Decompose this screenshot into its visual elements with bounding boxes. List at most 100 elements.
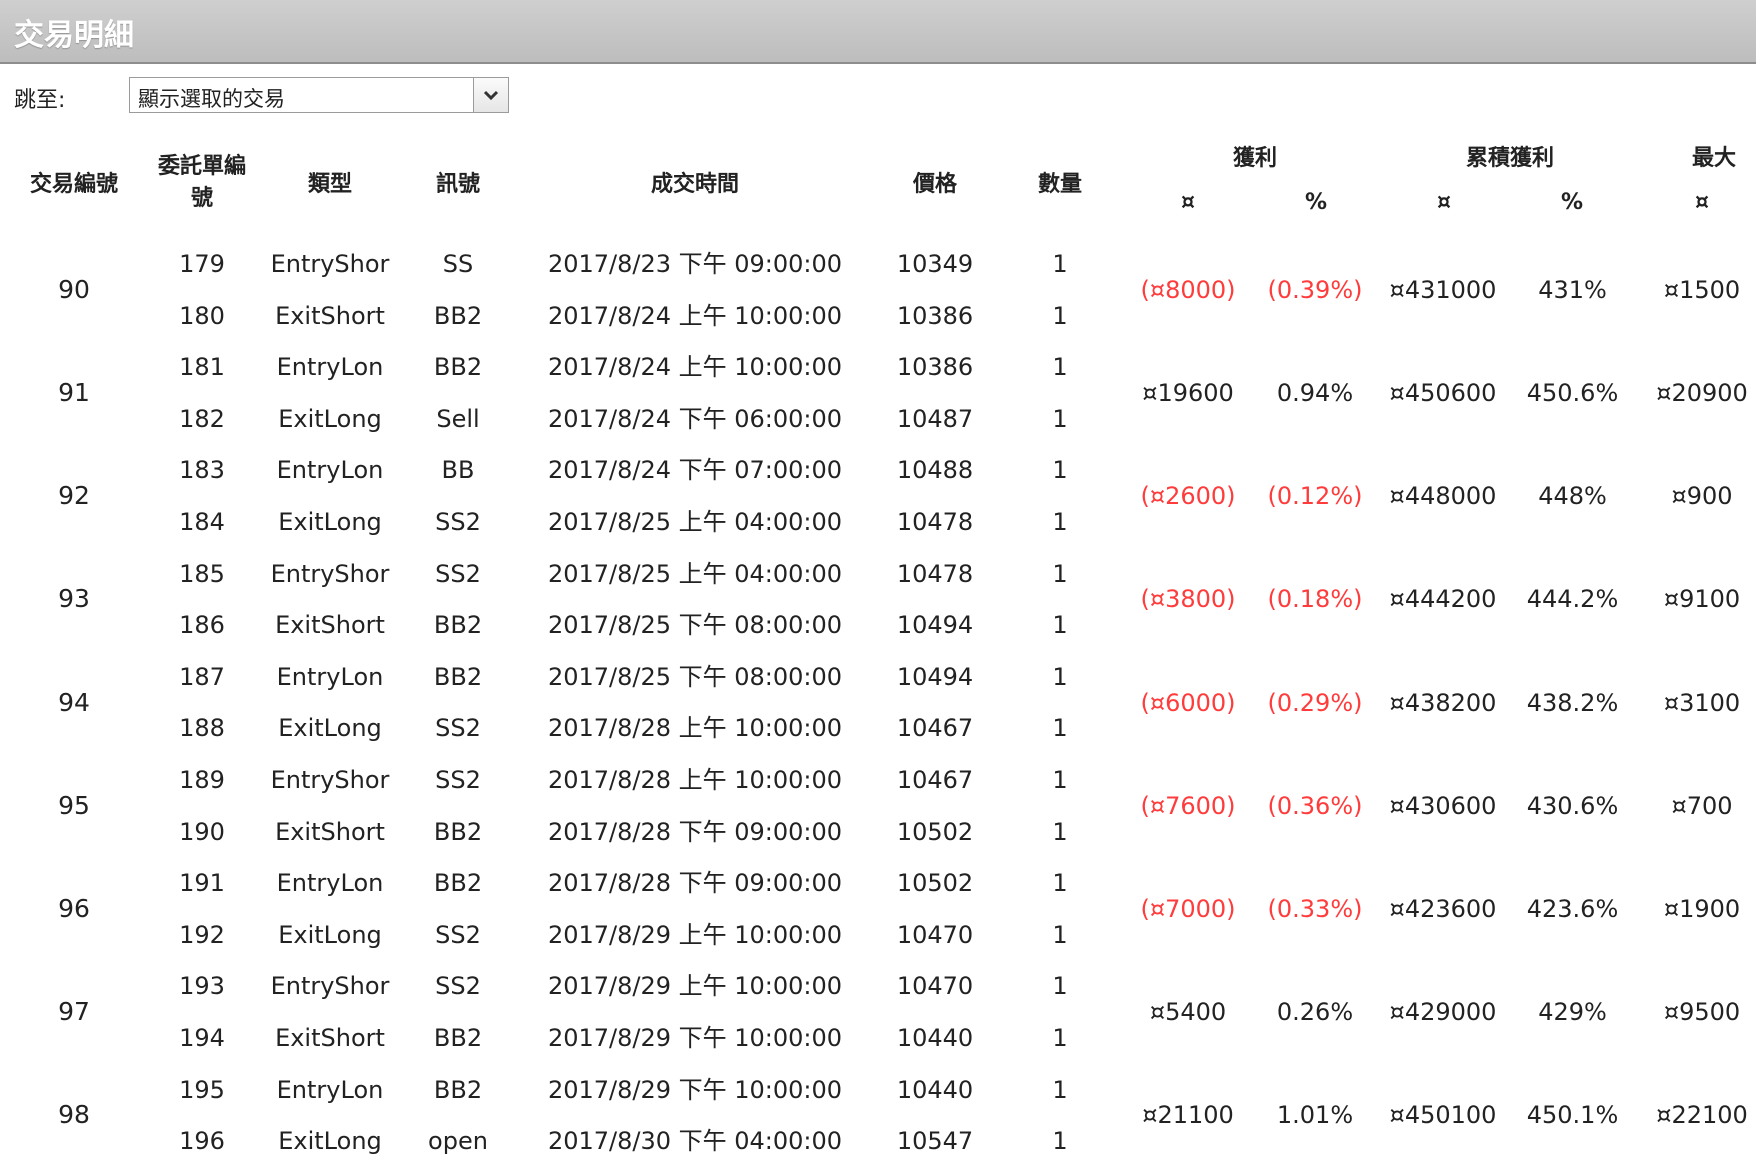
cell-price: 10488 — [896, 456, 974, 485]
cell-signal: BB2 — [433, 817, 483, 846]
max-value: ¤9100 — [1663, 585, 1741, 614]
cum-profit-percent: 450.1% — [1526, 1101, 1619, 1130]
cell-qty: 1 — [1052, 250, 1068, 278]
cell-price: 10440 — [896, 1024, 974, 1052]
cum-profit-value: ¤438200 — [1389, 688, 1497, 717]
cell-type: EntryShor — [270, 766, 390, 794]
cell-order: 190 — [179, 817, 225, 846]
cell-signal: BB2 — [433, 353, 483, 382]
cell-time: 2017/8/25 上午 04:00:00 — [547, 559, 843, 588]
trade-number: 91 — [58, 378, 90, 407]
header-order-no-1: 委託單編 — [157, 154, 246, 179]
chevron-down-icon — [483, 90, 499, 101]
max-value: ¤1500 — [1663, 275, 1741, 304]
header-signal: 訊號 — [435, 172, 480, 197]
header-cum-currency: ¤ — [1437, 190, 1451, 215]
profit-percent: 1.01% — [1276, 1101, 1354, 1130]
max-value: ¤700 — [1671, 791, 1733, 820]
cell-type: ExitShort — [275, 301, 385, 330]
cell-order: 180 — [179, 301, 225, 330]
cell-type: EntryLon — [276, 662, 384, 691]
cell-signal: SS2 — [435, 559, 481, 588]
cell-qty: 1 — [1052, 508, 1068, 536]
cum-profit-percent: 431% — [1538, 275, 1607, 304]
profit-percent: 0.26% — [1276, 998, 1354, 1027]
profit-value: ¤5400 — [1149, 998, 1227, 1027]
cell-type: EntryShor — [270, 250, 390, 278]
cell-type: EntryLon — [276, 1075, 384, 1104]
header-order-no-2: 號 — [190, 186, 213, 211]
cell-qty: 1 — [1052, 456, 1068, 485]
header-type: 類型 — [307, 172, 352, 197]
cum-profit-value: ¤444200 — [1389, 585, 1497, 614]
header-time: 成交時間 — [650, 172, 739, 197]
profit-percent: (0.36%) — [1267, 791, 1363, 820]
cell-type: EntryLon — [276, 353, 384, 382]
cum-profit-value: ¤450100 — [1389, 1101, 1497, 1130]
cell-signal: BB2 — [433, 1024, 483, 1052]
profit-value: (¤7600) — [1140, 791, 1236, 820]
cell-order: 195 — [179, 1075, 225, 1104]
max-value: ¤1900 — [1663, 895, 1741, 923]
cell-qty: 1 — [1052, 869, 1068, 898]
cell-signal: BB — [441, 456, 475, 485]
header-profit-currency: ¤ — [1181, 190, 1195, 215]
cum-profit-percent: 429% — [1538, 998, 1607, 1027]
cell-signal: BB2 — [433, 1075, 483, 1104]
cell-time: 2017/8/25 下午 08:00:00 — [547, 662, 843, 691]
cell-time: 2017/8/25 下午 08:00:00 — [547, 611, 843, 640]
cell-price: 10349 — [896, 250, 974, 278]
max-value: ¤20900 — [1656, 379, 1748, 407]
header-max: 最大 — [1692, 146, 1737, 171]
cell-qty: 1 — [1052, 611, 1068, 640]
cell-price: 10494 — [896, 611, 974, 640]
trade-number: 92 — [58, 481, 90, 511]
profit-value: (¤7000) — [1140, 895, 1236, 923]
goto-selected-value: 顯示選取的交易 — [138, 87, 285, 111]
max-value: ¤22100 — [1656, 1101, 1748, 1130]
cell-type: ExitLong — [278, 1127, 382, 1156]
goto-select[interactable]: 顯示選取的交易 — [129, 77, 509, 113]
cell-signal: open — [428, 1127, 488, 1156]
trade-number: 98 — [58, 1100, 90, 1130]
cell-order: 192 — [179, 920, 225, 949]
cell-type: ExitLong — [278, 920, 382, 949]
header-cum-profit: 累積獲利 — [1465, 146, 1554, 171]
cell-qty: 1 — [1052, 1024, 1068, 1052]
cell-signal: SS2 — [435, 714, 481, 743]
profit-value: (¤2600) — [1140, 482, 1236, 511]
cell-price: 10502 — [896, 817, 974, 846]
profit-value: (¤6000) — [1140, 688, 1236, 717]
cell-time: 2017/8/29 上午 10:00:00 — [547, 920, 843, 949]
trade-number: 93 — [58, 584, 90, 614]
cum-profit-value: ¤431000 — [1389, 275, 1497, 304]
cum-profit-value: ¤450600 — [1389, 379, 1497, 407]
trade-number: 94 — [58, 687, 90, 717]
cell-price: 10487 — [896, 404, 974, 433]
header-profit: 獲利 — [1232, 146, 1277, 171]
cell-order: 179 — [179, 250, 225, 278]
cell-price: 10386 — [896, 301, 974, 330]
cell-signal: BB2 — [433, 301, 483, 330]
cell-time: 2017/8/28 下午 09:00:00 — [547, 817, 843, 846]
cell-price: 10478 — [896, 508, 974, 536]
cell-qty: 1 — [1052, 1075, 1068, 1104]
cell-order: 185 — [179, 559, 225, 588]
cell-signal: SS2 — [435, 972, 481, 1001]
cell-signal: SS2 — [435, 766, 481, 794]
cum-profit-percent: 438.2% — [1526, 688, 1619, 717]
profit-value: (¤3800) — [1140, 585, 1236, 614]
goto-label: 跳至: — [14, 88, 66, 113]
cell-time: 2017/8/28 上午 10:00:00 — [547, 766, 843, 794]
cell-qty: 1 — [1052, 301, 1068, 330]
cum-profit-value: ¤429000 — [1389, 998, 1497, 1027]
cell-price: 10470 — [896, 920, 974, 949]
cell-type: ExitShort — [275, 611, 385, 640]
cell-time: 2017/8/29 下午 10:00:00 — [547, 1075, 843, 1104]
profit-percent: (0.12%) — [1267, 482, 1363, 511]
cell-price: 10478 — [896, 559, 974, 588]
header-cum-pct: % — [1560, 190, 1584, 215]
dropdown-button[interactable] — [473, 78, 508, 112]
header-max-currency: ¤ — [1695, 190, 1709, 215]
cum-profit-percent: 423.6% — [1526, 895, 1619, 923]
